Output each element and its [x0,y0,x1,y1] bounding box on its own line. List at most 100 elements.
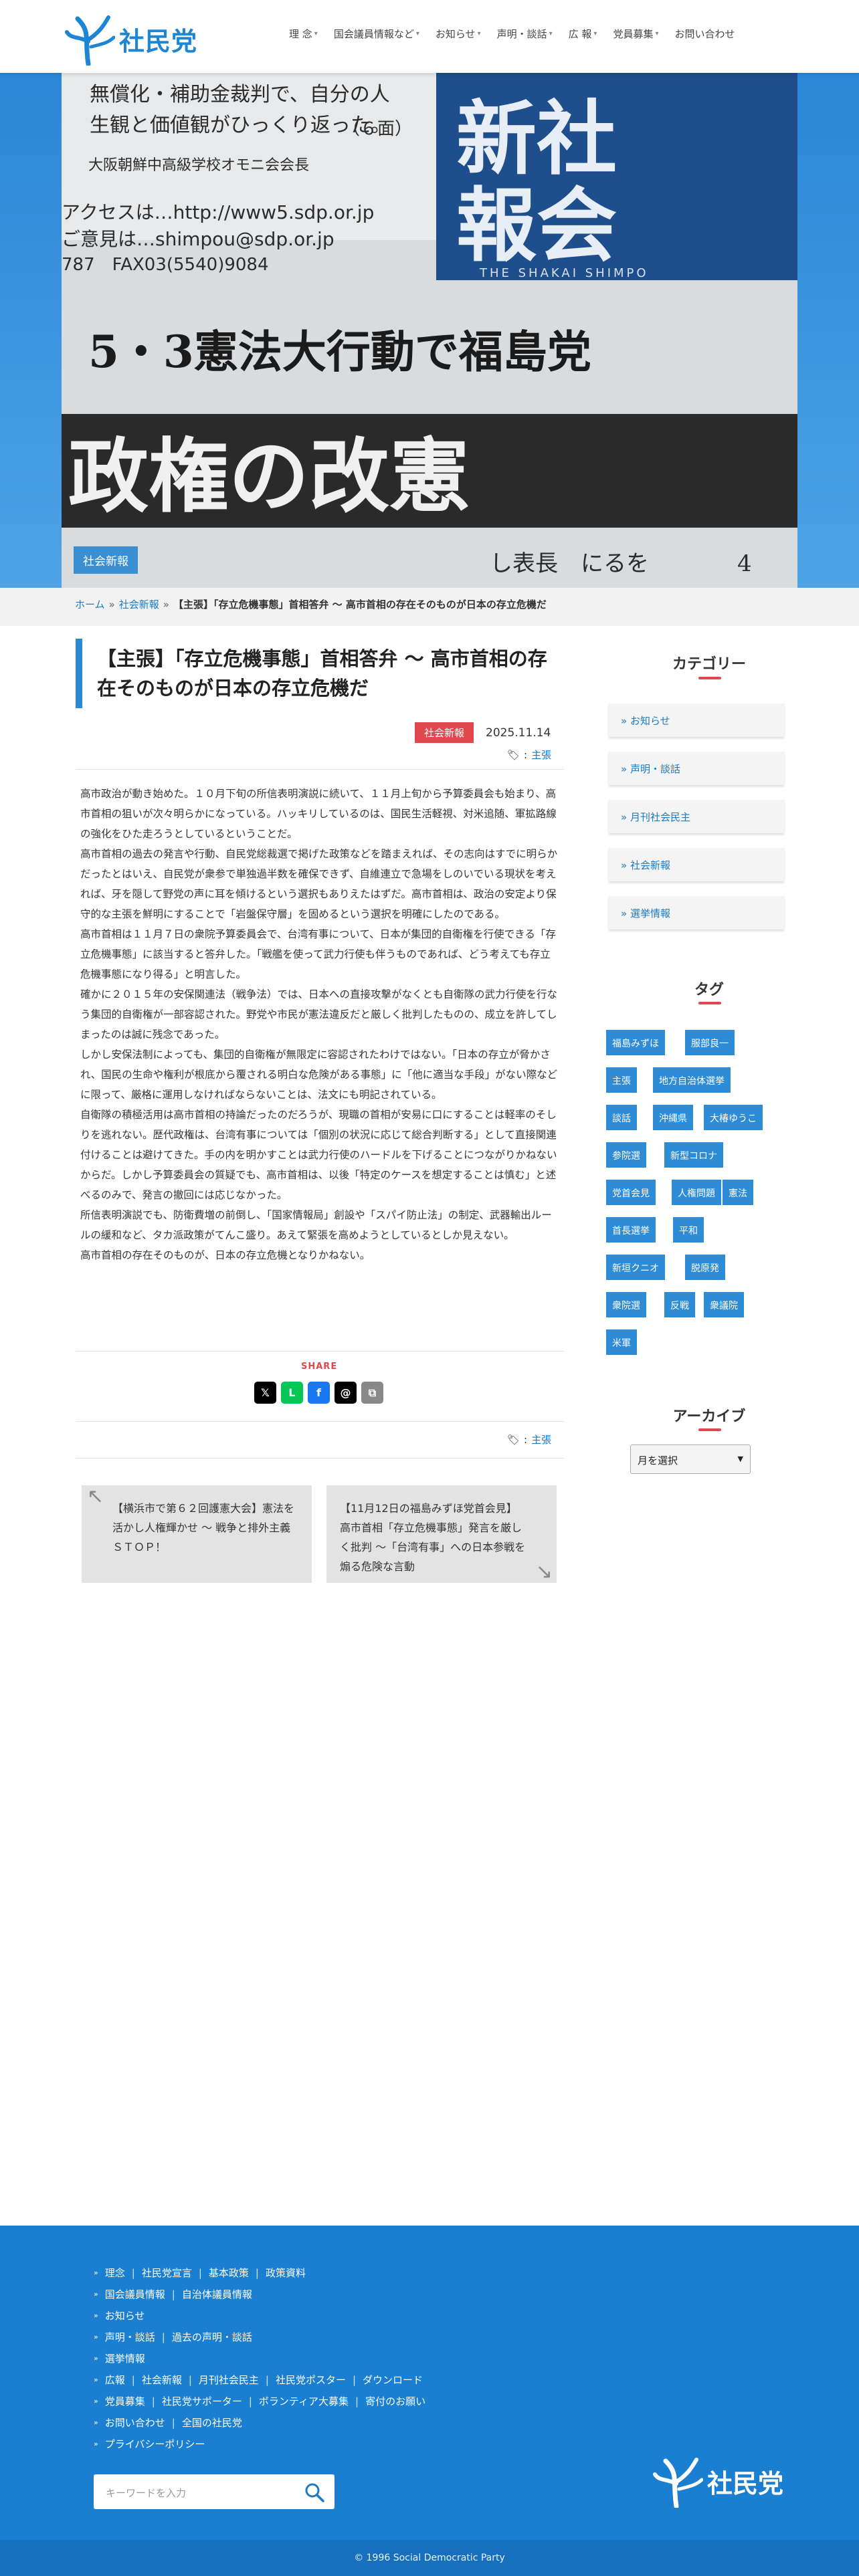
breadcrumb-category[interactable]: 社会新報 [119,597,159,611]
nav-item[interactable]: 国会議員情報など ▾ [326,27,427,41]
site-logo[interactable]: 社民党 [64,11,205,67]
footer-link[interactable]: 過去の声明・談話 [172,2330,252,2344]
footer-link[interactable]: 広報 [105,2373,125,2387]
footer-link[interactable]: 自治体議員情報 [182,2287,252,2301]
prev-post-link[interactable]: ↖ 【横浜市で第６２回護憲大会】憲法を活かし人権輝かせ 〜 戦争と排外主義ＳＴＯ… [82,1485,312,1583]
separator: | [161,2331,165,2343]
article-paragraph: 所信表明演説でも、防衛費増の前倒し、「国家情報局」創設や「スパイ防止法」の制定、… [80,1209,552,1241]
nav-item[interactable]: 声明・談話 ▾ [489,27,561,41]
line-share-icon[interactable]: L [281,1382,303,1404]
hero-photo: 無償化・補助金裁判で、自分の人 生観と価値観がひっくり返った。 （６面） 大阪朝… [62,73,797,588]
footer-link[interactable]: 声明・談話 [105,2330,155,2344]
footer-link[interactable]: 社民党宣言 [142,2266,192,2280]
sidebar-tag[interactable]: 首長選挙 [606,1217,656,1243]
arrow-down-right-icon: ↘ [535,1560,553,1584]
footer-link-row: » プライバシーポリシー [94,2437,205,2451]
sidebar-tag[interactable]: 大椿ゆうこ [704,1105,763,1130]
sidebar-tag[interactable]: 服部良一 [685,1030,735,1055]
sidebar-tag[interactable]: 憲法 [723,1180,753,1205]
sidebar-category-item[interactable]: » 選挙情報 [609,896,784,930]
separator: | [255,2266,259,2279]
heading-underline [698,677,721,679]
divider [76,1458,564,1459]
nav-item[interactable]: 党員募集 ▾ [605,27,666,41]
threads-share-icon[interactable]: @ [335,1382,357,1404]
footer-link[interactable]: 党員募集 [105,2394,145,2408]
sidebar-tag[interactable]: 地方自治体選挙 [653,1067,731,1093]
footer-link[interactable]: 社会新報 [142,2373,182,2387]
search-icon[interactable] [304,2482,325,2503]
photo-text: し表長 にるを [490,550,649,577]
sidebar-tag[interactable]: 人権問題 [672,1180,721,1205]
footer-link[interactable]: 月刊社会民主 [199,2373,259,2387]
hero-category-badge[interactable]: 社会新報 [74,546,138,574]
facebook-share-icon[interactable]: f [308,1382,330,1404]
bullet-icon: » [94,2375,98,2384]
article-body: 高市政治が動き始めた。１０月下旬の所信表明演説に続いて、１１月上旬から予算委員会… [80,784,561,1265]
sidebar-tag[interactable]: 談話 [606,1105,637,1130]
sidebar-category-item[interactable]: » 社会新報 [609,848,784,881]
separator: | [188,2373,192,2386]
footer-link-row: » 理念 | 社民党宣言 | 基本政策 | 政策資料 [94,2266,306,2280]
footer-link[interactable]: プライバシーポリシー [105,2437,205,2451]
search-input[interactable]: キーワードを入力 [106,2486,186,2500]
separator: | [171,2288,175,2300]
bullet-icon: » [94,2354,98,2363]
nav-item[interactable]: お知らせ ▾ [427,27,489,41]
breadcrumb-current: 【主張】「存立危機事態」首相答弁 〜 高市首相の存在そのものが日本の存立危機だ [173,599,547,611]
next-post-link[interactable]: 【11月12日の福島みずほ党首会見】高市首相「存立危機事態」発言を厳しく批判 〜… [326,1485,557,1583]
footer-link[interactable]: 寄付のお願い [365,2394,425,2408]
sidebar-tag[interactable]: 福島みずほ [606,1030,665,1055]
nav-item[interactable]: お問い合わせ [667,27,743,41]
sidebar-tag[interactable]: 沖縄県 [653,1105,693,1130]
sidebar-tag[interactable]: 反戦 [664,1292,695,1317]
chevron-down-icon: ▾ [314,30,318,37]
footer-link[interactable]: 全国の社民党 [182,2416,242,2430]
sidebar-tag[interactable]: 党首会見 [606,1180,656,1205]
footer-logo[interactable]: 社民党 [652,2454,783,2508]
sidebar-tag[interactable]: 衆院選 [606,1292,646,1317]
sidebar-category-item[interactable]: » 声明・談話 [609,752,784,785]
separator: | [198,2266,202,2279]
article-paragraph: しかし安保法制によっても、集団的自衛権が無限定に容認されたわけではない。「日本の… [80,1049,558,1101]
sidebar-tag[interactable]: 主張 [606,1067,637,1093]
footer-link[interactable]: ボランティア大募集 [259,2394,349,2408]
sidebar-tag[interactable]: 衆議院 [704,1292,744,1317]
footer-link[interactable]: 理念 [105,2266,125,2280]
copy-share-icon[interactable]: ⧉ [361,1382,383,1404]
x-share-icon[interactable]: 𝕏 [254,1382,276,1404]
archive-month-select[interactable]: 月を選択 ▼ [630,1444,751,1474]
photo-text: （６面） [343,119,412,139]
bullet-icon: » [621,763,630,775]
footer-link[interactable]: お問い合わせ [105,2416,165,2430]
nav-item[interactable]: 広 報 ▾ [561,27,605,41]
sidebar-category-item[interactable]: » 月刊社会民主 [609,800,784,833]
sidebar-tag[interactable]: 新垣クニオ [606,1255,665,1280]
footer-search[interactable]: キーワードを入力 [94,2474,335,2509]
footer-link[interactable]: 基本政策 [209,2266,249,2280]
sidebar-tag[interactable]: 平和 [673,1217,704,1243]
footer-link[interactable]: ダウンロード [363,2373,423,2387]
article-paragraph: 高市首相の過去の発言や行動、自民党総裁選で掲げた政策などを踏まえれば、その志向は… [80,848,558,920]
article-title: 【主張】「存立危機事態」首相答弁 〜 高市首相の存在そのものが日本の存立危機だ [76,639,564,708]
sidebar-tag[interactable]: 脱原発 [685,1255,725,1280]
sidebar-tag[interactable]: 新型コロナ [664,1142,723,1168]
footer-link[interactable]: 国会議員情報 [105,2287,165,2301]
bullet-icon: » [621,811,630,823]
footer-link[interactable]: 選挙情報 [105,2351,145,2365]
article-tag-link[interactable]: 主張 [531,748,551,762]
footer-link[interactable]: 社民党ポスター [276,2373,346,2387]
separator: | [131,2373,135,2386]
sidebar-tag[interactable]: 参院選 [606,1142,646,1168]
nav-item[interactable]: 理 念 ▾ [281,27,326,41]
site-header: 社民党 理 念 ▾ 国会議員情報など ▾ お知らせ ▾ 声明・談話 ▾ 広 報 ▾ 党員募集 ▾ お問い… [0,0,859,73]
article-category-badge[interactable]: 社会新報 [415,722,474,743]
breadcrumb-home[interactable]: ホーム [75,597,105,611]
sidebar-tag[interactable]: 米軍 [606,1329,637,1355]
sidebar-category-item[interactable]: » お知らせ [609,704,784,737]
footer-link[interactable]: お知らせ [105,2309,145,2323]
footer-link[interactable]: 政策資料 [266,2266,306,2280]
footer-link[interactable]: 社民党サポーター [162,2394,242,2408]
bullet-icon: » [94,2397,98,2405]
article-tag-link[interactable]: 主張 [531,1432,551,1446]
